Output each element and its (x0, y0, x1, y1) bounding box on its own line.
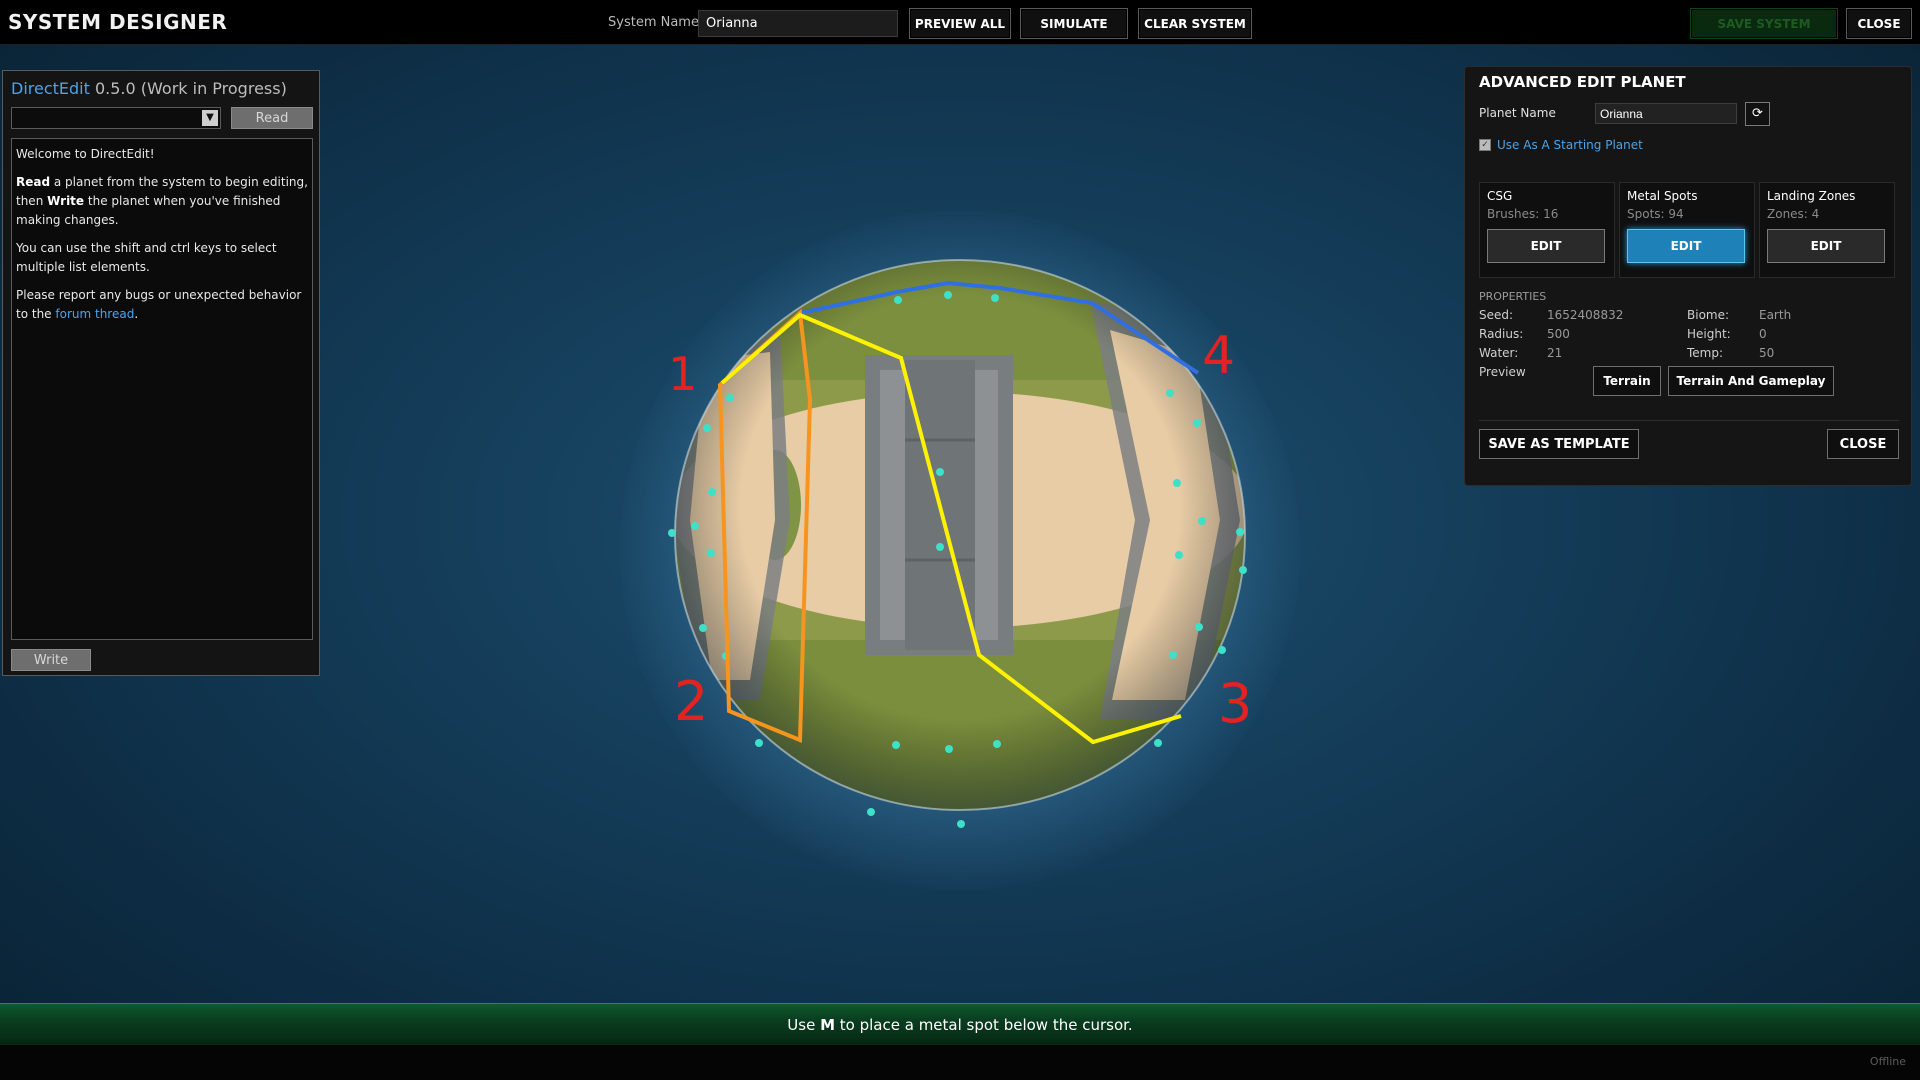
metal-spots-section: Metal Spots Spots: 94 EDIT (1619, 182, 1755, 278)
help-paragraph-1: Read a planet from the system to begin e… (16, 175, 308, 227)
label-1: 1 (668, 347, 697, 401)
preview-terrain-button[interactable]: Terrain (1593, 366, 1661, 396)
label-3: 3 (1218, 672, 1252, 735)
biome-label: Biome: (1687, 308, 1730, 322)
starting-planet-label[interactable]: Use As A Starting Planet (1497, 138, 1643, 152)
csg-brushes: Brushes: 16 (1487, 207, 1559, 221)
metal-spots-edit-button[interactable]: EDIT (1627, 229, 1745, 263)
landing-zones-title: Landing Zones (1767, 189, 1856, 203)
forum-thread-link[interactable]: forum thread (55, 307, 134, 321)
landing-zones-section: Landing Zones Zones: 4 EDIT (1759, 182, 1895, 278)
preview-terrain-gameplay-button[interactable]: Terrain And Gameplay (1668, 366, 1834, 396)
water-label: Water: (1479, 346, 1519, 360)
properties-header: PROPERTIES (1479, 290, 1547, 303)
csg-title: CSG (1487, 189, 1513, 203)
starting-planet-checkbox[interactable]: ✓ (1479, 139, 1491, 151)
directedit-panel: DirectEdit 0.5.0 (Work in Progress) ▼ Re… (2, 70, 320, 676)
preview-label: Preview (1479, 365, 1526, 379)
radius-value: 500 (1547, 327, 1570, 341)
panel-title: ADVANCED EDIT PLANET (1479, 73, 1686, 91)
hint-key: M (820, 1016, 836, 1034)
landing-zones-edit-button[interactable]: EDIT (1767, 229, 1885, 263)
temp-value: 50 (1759, 346, 1775, 360)
water-value: 21 (1547, 346, 1563, 360)
hint-text-pre: Use (787, 1016, 821, 1034)
read-button[interactable]: Read (231, 107, 313, 129)
welcome-text: Welcome to DirectEdit! (16, 147, 155, 161)
directedit-title: DirectEdit 0.5.0 (Work in Progress) (11, 79, 287, 98)
planet-name-input[interactable] (1595, 103, 1737, 124)
connection-status: Offline (1869, 1055, 1906, 1068)
directedit-help-text: Welcome to DirectEdit! Read a planet fro… (11, 138, 313, 640)
hint-text-post: to place a metal spot below the cursor. (835, 1016, 1133, 1034)
hint-bar: Use M to place a metal spot below the cu… (0, 1003, 1920, 1045)
landing-zones-count: Zones: 4 (1767, 207, 1820, 221)
status-bar: Offline (0, 1045, 1920, 1080)
write-button[interactable]: Write (11, 649, 91, 671)
advanced-edit-planet-panel: ADVANCED EDIT PLANET Planet Name ⟳ ✓ Use… (1464, 66, 1912, 486)
label-4: 4 (1202, 326, 1235, 386)
seed-label: Seed: (1479, 308, 1514, 322)
planet-surface (675, 260, 1245, 810)
chevron-down-icon[interactable]: ▼ (202, 110, 218, 126)
planet-select[interactable]: ▼ (11, 107, 221, 129)
help-paragraph-2: You can use the shift and ctrl keys to s… (16, 241, 277, 274)
seed-value: 1652408832 (1547, 308, 1624, 322)
help-paragraph-3: Please report any bugs or unexpected beh… (16, 288, 302, 321)
metal-spots-count: Spots: 94 (1627, 207, 1684, 221)
panel-close-button[interactable]: CLOSE (1827, 429, 1899, 459)
radius-label: Radius: (1479, 327, 1524, 341)
temp-label: Temp: (1687, 346, 1724, 360)
directedit-version: 0.5.0 (Work in Progress) (94, 79, 287, 98)
csg-edit-button[interactable]: EDIT (1487, 229, 1605, 263)
directedit-name: DirectEdit (11, 79, 90, 98)
height-label: Height: (1687, 327, 1731, 341)
save-as-template-button[interactable]: SAVE AS TEMPLATE (1479, 429, 1639, 459)
planet-name-label: Planet Name (1479, 106, 1556, 120)
refresh-icon[interactable]: ⟳ (1745, 102, 1770, 126)
label-2: 2 (674, 670, 708, 733)
biome-value: Earth (1759, 308, 1792, 322)
divider (1479, 420, 1899, 421)
csg-section: CSG Brushes: 16 EDIT (1479, 182, 1615, 278)
metal-spots-title: Metal Spots (1627, 189, 1698, 203)
height-value: 0 (1759, 327, 1767, 341)
